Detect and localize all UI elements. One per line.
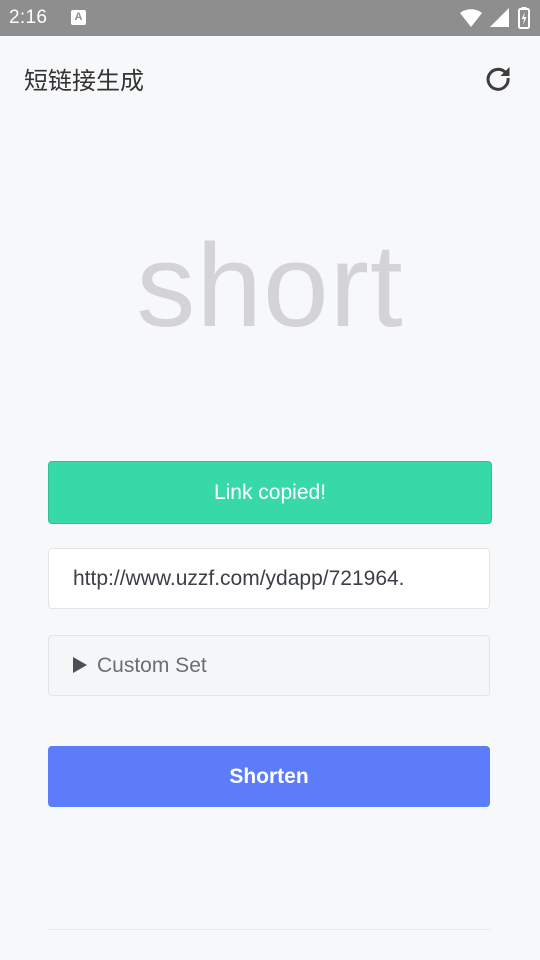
url-input[interactable]: http://www.uzzf.com/ydapp/721964.	[48, 548, 490, 609]
app-title: 短链接生成	[24, 67, 144, 95]
signal-icon	[490, 8, 509, 27]
custom-set-toggle[interactable]: Custom Set	[48, 635, 490, 696]
triangle-right-icon	[73, 657, 87, 673]
notification-a-icon: A	[71, 10, 86, 25]
wifi-icon	[460, 9, 482, 27]
app-bar: 短链接生成	[0, 36, 540, 120]
logo-text: short	[136, 220, 404, 352]
custom-set-label: Custom Set	[97, 654, 207, 677]
status-time: 2:16	[9, 7, 48, 28]
divider	[48, 929, 490, 930]
status-bar: 2:16 A	[0, 0, 540, 36]
battery-charging-icon	[518, 7, 530, 29]
link-copied-banner: Link copied!	[48, 461, 492, 524]
shorten-button[interactable]: Shorten	[48, 746, 490, 807]
refresh-icon[interactable]	[484, 64, 512, 92]
status-icons	[460, 6, 530, 30]
